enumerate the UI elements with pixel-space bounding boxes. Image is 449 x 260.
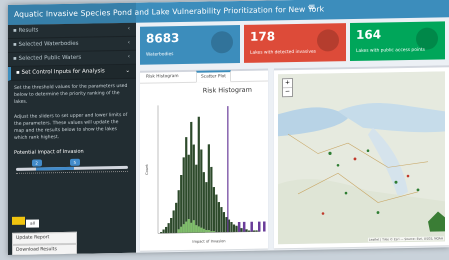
histogram-bar — [162, 229, 165, 234]
app-window: Aquatic Invasive Species Pond and Lake V… — [8, 0, 449, 256]
main-content: 8683 Waterbodies 178 Lakes with detected… — [140, 21, 449, 252]
slider-handle-high[interactable]: 5 — [69, 158, 80, 166]
histogram-tail-bar — [237, 221, 241, 232]
tab-risk-histogram[interactable]: Risk Histogram — [142, 72, 183, 82]
histogram-bar — [235, 225, 238, 233]
sidebar-description-1: Set the threshold values for the paramet… — [14, 83, 128, 105]
value-box-public-access: 164 Lakes with public access points — [350, 21, 445, 62]
slider-fill — [36, 166, 75, 171]
histogram-bar — [217, 202, 221, 233]
sidebar-item-label: Results — [18, 27, 39, 34]
histogram-bar — [195, 164, 198, 233]
color-toggle-group: all — [12, 216, 42, 228]
check-icon — [416, 27, 438, 50]
globe-icon — [211, 31, 233, 54]
histogram-tail-bar — [263, 221, 266, 232]
chart-title: Risk Histogram — [203, 86, 252, 95]
value-box-number: 8683 — [146, 31, 180, 46]
histogram-bar — [192, 144, 195, 233]
header-bar: Aquatic Invasive Species Pond and Lake V… — [8, 0, 449, 26]
map-basemap — [278, 71, 445, 245]
plot-panel: Risk Histogram Scatter Plot Risk Histogr… — [140, 68, 268, 251]
value-box-invasives: 178 Lakes with detected invasives — [244, 23, 346, 63]
value-box-label: Lakes with detected invasives — [250, 49, 316, 56]
x-axis-label: Impact of Invasion — [192, 239, 225, 244]
histogram-highlight-bar — [182, 224, 185, 233]
map-panel: + − Leaflet | Tiles © Esri — Source: Esr… — [274, 65, 449, 249]
histogram-highlight-bar — [205, 229, 208, 233]
histogram-tail-bar — [250, 221, 253, 232]
download-results-button[interactable]: Download Results — [12, 243, 77, 256]
histogram-bar — [220, 207, 223, 233]
sidebar-description-2: Adjust the sliders to set upper and lowe… — [14, 112, 128, 141]
screenshot-frame: Aquatic Invasive Species Pond and Lake V… — [0, 0, 449, 260]
histogram-bar — [167, 223, 170, 234]
histogram-bar — [175, 202, 178, 234]
histogram-bar — [170, 218, 173, 234]
histogram-highlight-bar — [200, 227, 203, 233]
y-axis-label: Count — [145, 164, 149, 175]
histogram-bar — [172, 210, 175, 234]
zoom-out-button[interactable]: − — [283, 87, 292, 97]
histogram-highlight-bar — [187, 218, 190, 233]
swatch-all[interactable]: all — [26, 219, 39, 228]
impact-range-slider[interactable]: 2 5 — [16, 156, 128, 177]
histogram-bar — [205, 182, 208, 233]
sidebar-item-label: Selected Public Waters — [18, 54, 82, 62]
histogram-highlight-bar — [190, 222, 193, 233]
histogram-bar — [215, 194, 218, 233]
histogram-bar — [165, 226, 168, 234]
histogram-highlight-bar — [202, 228, 205, 233]
histogram-bar — [232, 224, 236, 233]
histogram-highlight-bar — [185, 221, 188, 233]
chevron-left-icon: ‹ — [127, 53, 130, 60]
chevron-left-icon: ‹ — [127, 25, 130, 32]
arrow-down-icon — [317, 29, 339, 52]
sidebar-item-label: Selected Waterbodies — [18, 40, 79, 48]
histogram-tail-bar — [242, 221, 246, 232]
map-zoom-control: + − — [282, 78, 293, 98]
sidebar: ▪ Results ‹ ▪ Selected Waterbodies ‹ ▪ Sel… — [8, 22, 136, 256]
histogram-highlight-bar — [192, 220, 195, 233]
histogram-highlight-bar — [207, 229, 210, 233]
value-box-waterbodies: 8683 Waterbodies — [140, 24, 240, 65]
slider-ticks — [16, 170, 128, 177]
histogram-bar — [182, 157, 185, 233]
histogram-bar — [180, 174, 183, 233]
histogram-bar — [212, 187, 215, 233]
value-box-number: 178 — [250, 29, 276, 44]
histogram-highlight-bar — [177, 229, 180, 234]
histogram-bar — [202, 172, 205, 233]
histogram-bar — [240, 228, 243, 232]
slider-handle-low[interactable]: 2 — [31, 159, 42, 167]
histogram-highlight-bar — [197, 226, 200, 233]
histogram-highlight-bar — [180, 226, 183, 233]
map-view[interactable]: + − Leaflet | Tiles © Esri — Source: Esr… — [278, 71, 445, 245]
histogram-highlight-bar — [195, 225, 198, 233]
sidebar-item-label: Set Control Inputs for Analysis — [21, 68, 105, 76]
zoom-in-button[interactable]: + — [283, 79, 292, 87]
chevron-down-icon: ⌄ — [125, 67, 130, 74]
histogram-bar — [200, 149, 203, 233]
histogram-bar — [190, 121, 193, 233]
histogram-tail-bar — [258, 221, 261, 232]
sidebar-toggle-button[interactable]: ≡ — [308, 3, 316, 13]
swatch-yellow[interactable] — [12, 216, 25, 225]
value-box-label: Lakes with public access points — [356, 47, 425, 54]
histogram-bar — [210, 166, 213, 233]
tab-scatter-plot[interactable]: Scatter Plot — [196, 70, 231, 83]
histogram-bar — [222, 212, 226, 233]
histogram-bar — [185, 137, 188, 233]
histogram-bar — [230, 222, 233, 233]
histogram-bar — [245, 229, 248, 232]
value-box-label: Waterbodies — [146, 52, 174, 58]
sidebar-item-control-inputs[interactable]: ▪ Set Control Inputs for Analysis ⌄ — [8, 64, 136, 81]
histogram-bar — [207, 144, 210, 233]
histogram-bar — [177, 190, 180, 234]
value-box-number: 164 — [356, 27, 382, 42]
histogram-chart: Risk Histogram Impact of Invasion Count — [145, 86, 266, 244]
histogram-bar — [197, 116, 200, 233]
histogram-bar — [225, 217, 228, 233]
chevron-left-icon: ‹ — [127, 39, 130, 46]
